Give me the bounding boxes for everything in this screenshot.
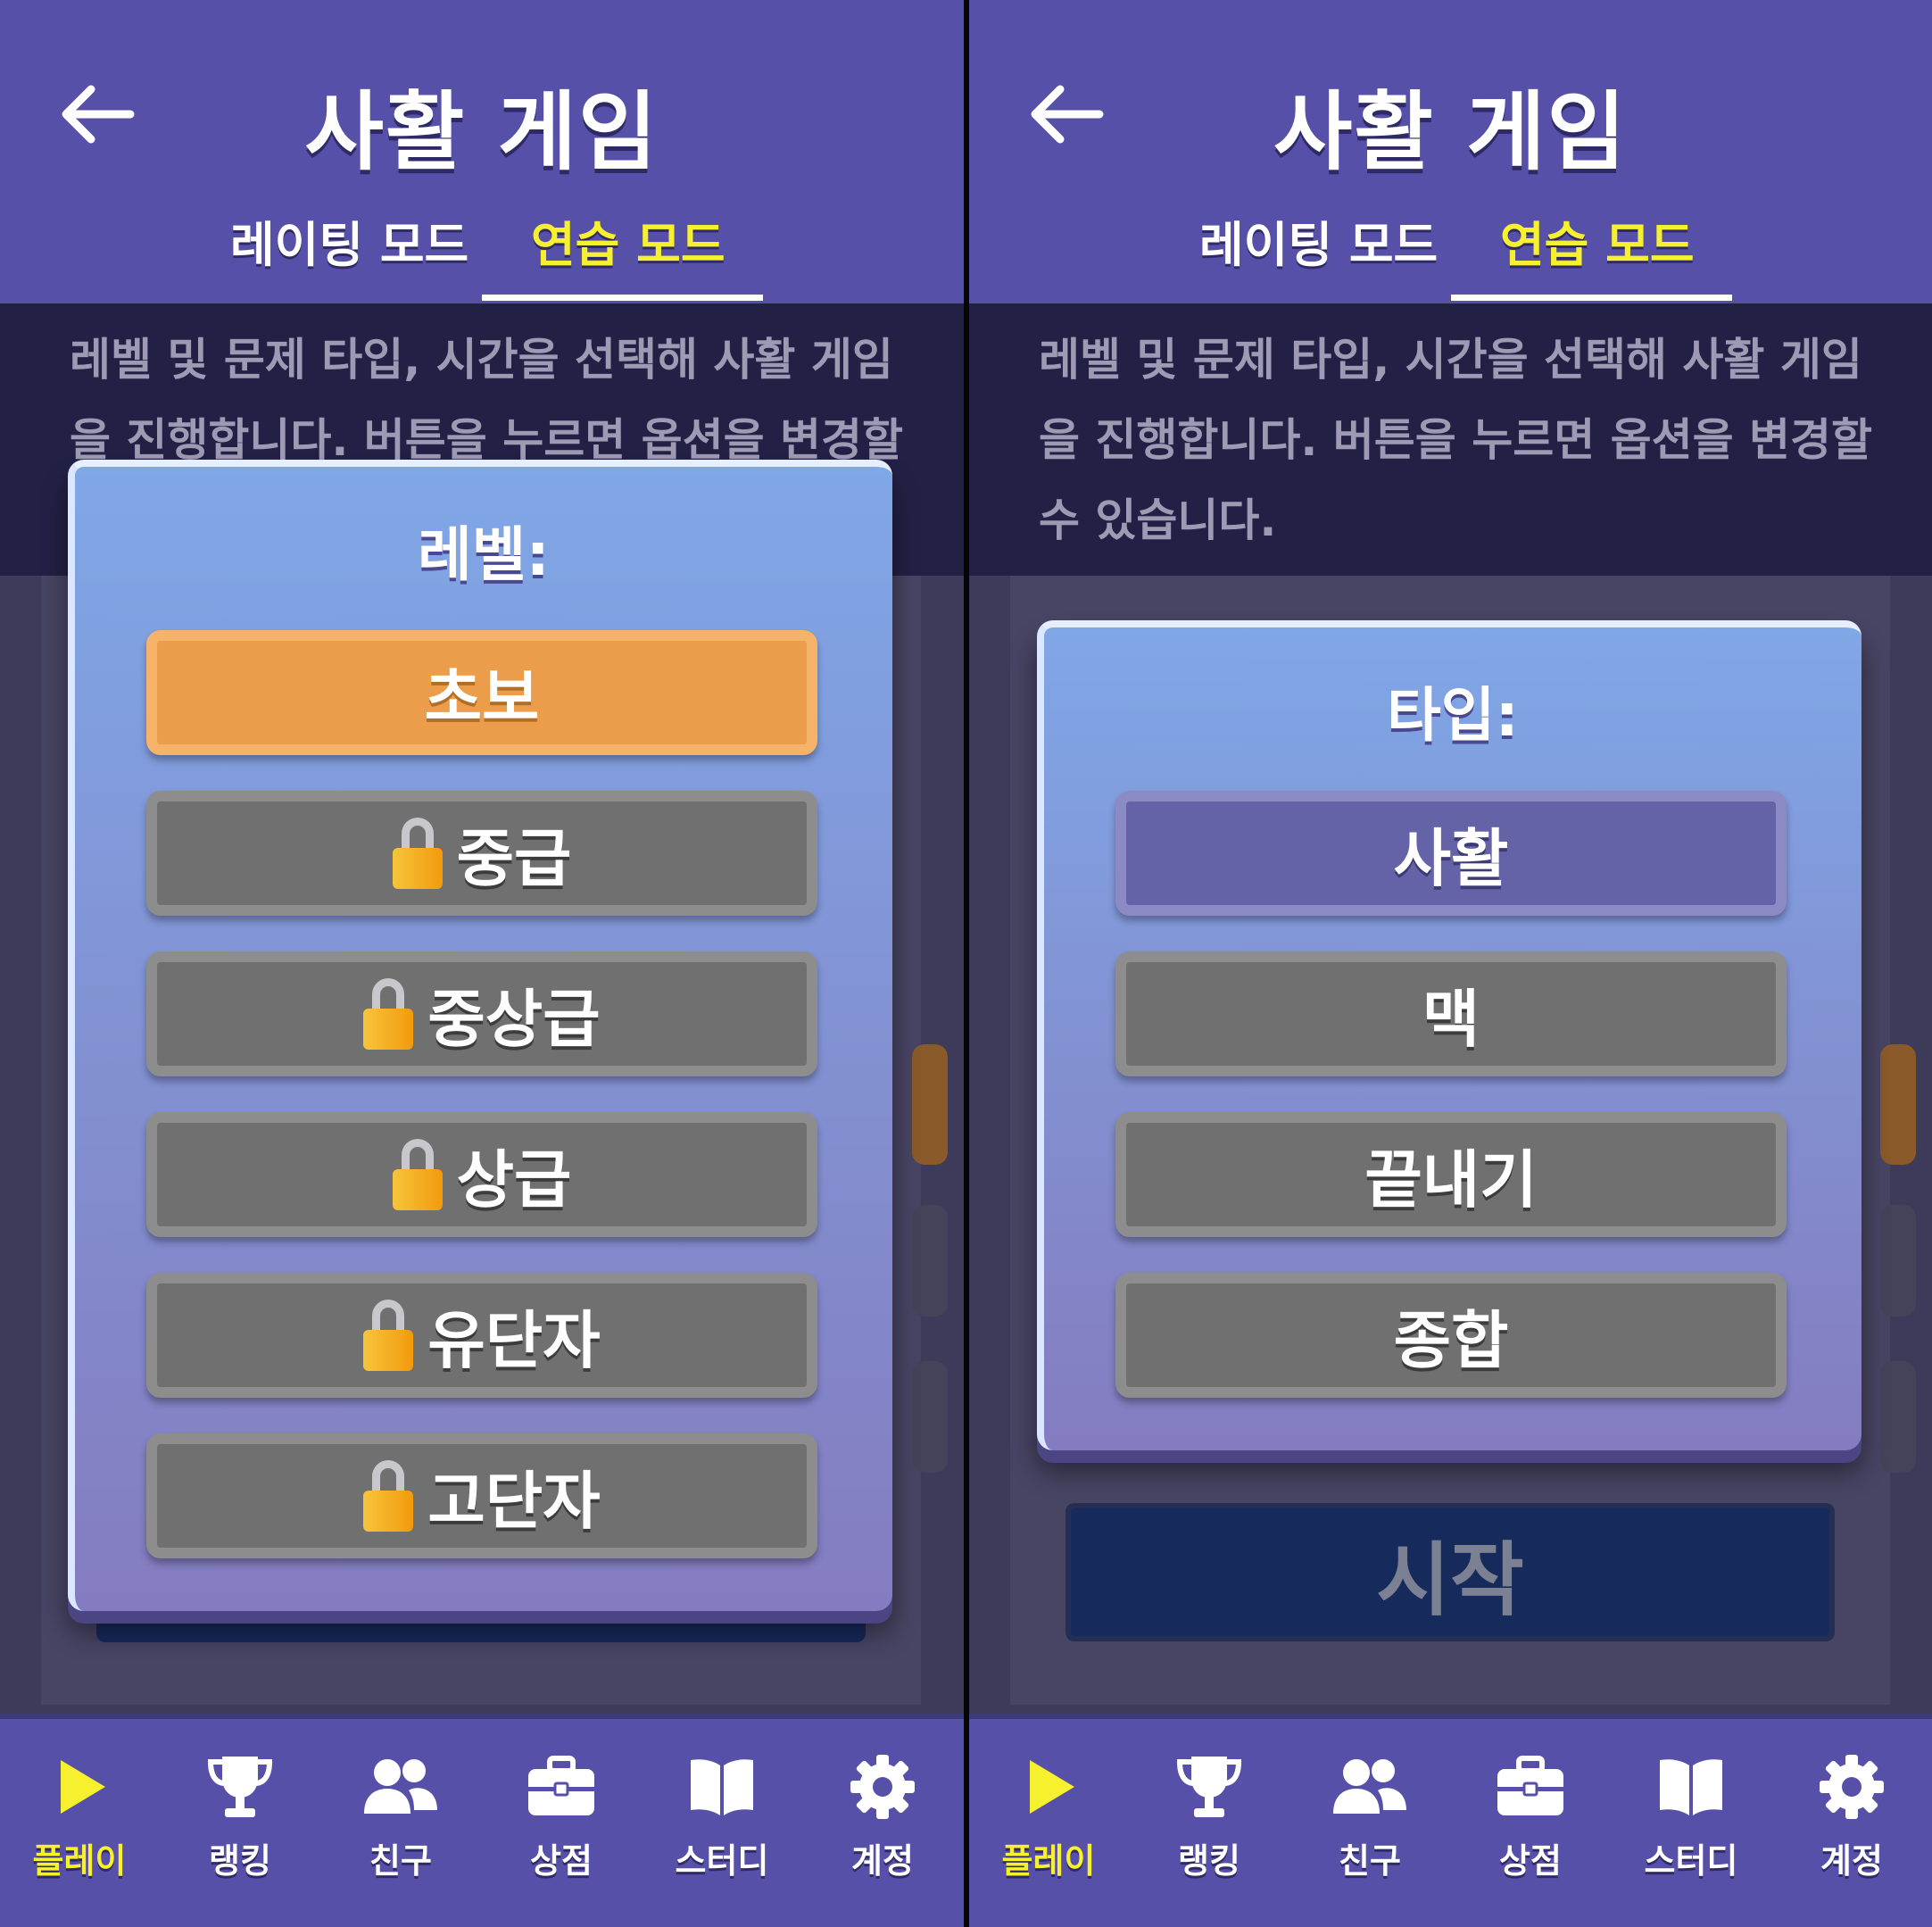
- nav-label: 플레이: [32, 1841, 127, 1881]
- nav-item-study[interactable]: 스터디: [1624, 1751, 1758, 1882]
- background-option-edge: [912, 1044, 948, 1165]
- gear-icon: [1820, 1755, 1884, 1819]
- nav-item-play[interactable]: 플레이: [982, 1751, 1115, 1882]
- nav-item-friends[interactable]: 친구: [334, 1751, 468, 1882]
- nav-label: 랭킹: [1178, 1841, 1240, 1881]
- option-label: 중상급: [427, 982, 601, 1056]
- option-label: 상급: [456, 1142, 572, 1217]
- lock-icon: [392, 1139, 443, 1210]
- option-label: 고단자: [427, 1464, 601, 1538]
- start-button[interactable]: 시작: [1066, 1503, 1835, 1641]
- app-header: 사활 게임 레이팅 모드 연습 모드: [0, 0, 964, 303]
- option-label: 유단자: [427, 1303, 601, 1377]
- book-icon: [691, 1759, 753, 1815]
- level-modal: 레벨: 초보 중급 중상급 상급 유단자 고단자: [68, 460, 892, 1611]
- level-option-beginner[interactable]: 초보: [146, 630, 817, 755]
- app-header: 사활 게임 레이팅 모드 연습 모드: [969, 0, 1932, 303]
- tab-practice-mode[interactable]: 연습 모드: [1500, 205, 1695, 276]
- trophy-icon: [207, 1757, 273, 1817]
- modal-label: 타입:: [1387, 681, 1519, 750]
- option-label: 초보: [424, 660, 540, 735]
- background-option-edge: [1880, 1361, 1916, 1473]
- level-option-high-dan[interactable]: 고단자: [146, 1433, 817, 1558]
- nav-item-friends[interactable]: 친구: [1303, 1751, 1437, 1882]
- nav-label: 스터디: [1644, 1841, 1738, 1881]
- tab-rating-mode[interactable]: 레이팅 모드: [1199, 205, 1438, 276]
- type-option-mixed[interactable]: 종합: [1115, 1273, 1787, 1398]
- nav-item-shop[interactable]: 상점: [1464, 1751, 1597, 1882]
- screen-level-select: 레벨 및 문제 타입, 시간을 선택해 사활 게임을 진행합니다. 버튼을 누르…: [0, 0, 964, 1927]
- type-option-tesuji[interactable]: 맥: [1115, 951, 1787, 1076]
- type-option-endgame[interactable]: 끝내기: [1115, 1112, 1787, 1237]
- level-option-upper-intermediate[interactable]: 중상급: [146, 951, 817, 1076]
- bottom-nav: 플레이 랭킹 친구 상점 스터디 계정: [969, 1714, 1932, 1927]
- nav-label: 상점: [1499, 1841, 1562, 1881]
- description-band: 레벨 및 문제 타입, 시간을 선택해 사활 게임을 진행합니다. 버튼을 누르…: [969, 303, 1932, 576]
- start-button-label: 시작: [1376, 1532, 1524, 1627]
- background-option-edge: [1880, 1044, 1916, 1165]
- nav-item-study[interactable]: 스터디: [655, 1751, 789, 1882]
- background-option-edge: [912, 1361, 948, 1473]
- modal-label: 레벨:: [418, 520, 550, 589]
- tab-rating-mode[interactable]: 레이팅 모드: [230, 205, 468, 276]
- gear-icon: [850, 1755, 915, 1819]
- level-option-advanced[interactable]: 상급: [146, 1112, 817, 1237]
- nav-label: 계정: [851, 1841, 914, 1881]
- description-text: 레벨 및 문제 타입, 시간을 선택해 사활 게임을 진행합니다. 버튼을 누르…: [1039, 334, 1873, 546]
- type-option-life-death[interactable]: 사활: [1115, 791, 1787, 916]
- screen-type-select: 레벨 및 문제 타입, 시간을 선택해 사활 게임을 진행합니다. 버튼을 누르…: [969, 0, 1932, 1927]
- play-icon: [1030, 1760, 1074, 1814]
- level-option-intermediate[interactable]: 중급: [146, 791, 817, 916]
- nav-label: 랭킹: [209, 1841, 271, 1881]
- bottom-nav: 플레이 랭킹 친구 상점 스터디 계정: [0, 1714, 964, 1927]
- level-option-dan[interactable]: 유단자: [146, 1273, 817, 1398]
- lock-icon: [392, 818, 443, 889]
- nav-item-ranking[interactable]: 랭킹: [173, 1751, 307, 1882]
- nav-label: 상점: [530, 1841, 593, 1881]
- type-modal: 타입: 사활 맥 끝내기 종합: [1037, 620, 1862, 1450]
- option-label: 맥: [1422, 982, 1480, 1056]
- nav-label: 친구: [1339, 1841, 1401, 1881]
- nav-label: 계정: [1820, 1841, 1883, 1881]
- nav-item-ranking[interactable]: 랭킹: [1142, 1751, 1276, 1882]
- option-label: 중급: [456, 821, 572, 895]
- lock-icon: [363, 1300, 414, 1371]
- shop-icon: [1497, 1756, 1563, 1815]
- trophy-icon: [1176, 1757, 1242, 1817]
- friends-icon: [1333, 1759, 1406, 1814]
- page-title: 사활 게임: [1273, 82, 1628, 182]
- option-label: 끝내기: [1364, 1142, 1538, 1217]
- option-label: 사활: [1393, 821, 1509, 895]
- nav-item-account[interactable]: 계정: [816, 1751, 949, 1882]
- book-icon: [1660, 1759, 1722, 1815]
- lock-icon: [363, 1460, 414, 1532]
- page-title: 사활 게임: [304, 82, 659, 182]
- nav-label: 친구: [369, 1841, 432, 1881]
- play-icon: [61, 1760, 105, 1814]
- nav-item-play[interactable]: 플레이: [12, 1751, 146, 1882]
- background-option-edge: [912, 1205, 948, 1317]
- lock-icon: [363, 978, 414, 1050]
- friends-icon: [364, 1759, 437, 1814]
- tab-practice-mode[interactable]: 연습 모드: [531, 205, 726, 276]
- background-option-edge: [1880, 1205, 1916, 1317]
- nav-label: 플레이: [1001, 1841, 1096, 1881]
- nav-label: 스터디: [675, 1841, 769, 1881]
- nav-item-shop[interactable]: 상점: [494, 1751, 628, 1882]
- option-label: 종합: [1393, 1303, 1509, 1377]
- shop-icon: [528, 1756, 594, 1815]
- active-tab-indicator: [1451, 295, 1732, 301]
- active-tab-indicator: [482, 295, 763, 301]
- nav-item-account[interactable]: 계정: [1785, 1751, 1919, 1882]
